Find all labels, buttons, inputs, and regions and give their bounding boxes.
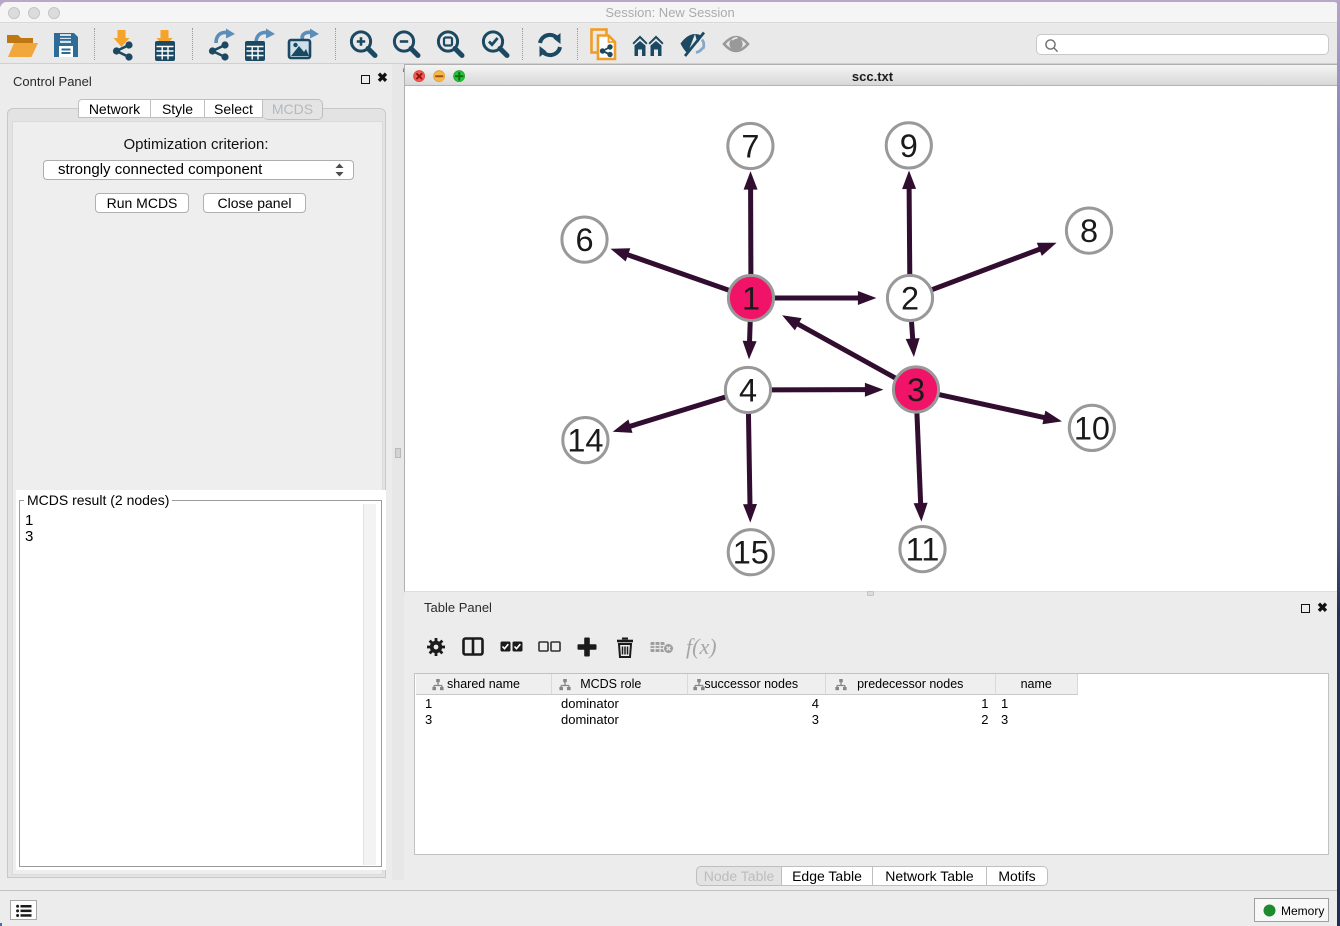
svg-text:3: 3 (907, 372, 925, 408)
svg-text:4: 4 (739, 373, 757, 409)
svg-text:10: 10 (1074, 410, 1110, 446)
svg-text:6: 6 (575, 222, 593, 258)
svg-text:2: 2 (901, 281, 919, 317)
svg-text:1: 1 (742, 281, 760, 317)
svg-text:8: 8 (1080, 213, 1098, 249)
svg-text:9: 9 (900, 128, 918, 164)
svg-text:15: 15 (733, 535, 769, 571)
svg-text:11: 11 (906, 532, 940, 568)
svg-text:7: 7 (741, 129, 759, 165)
svg-text:14: 14 (567, 423, 603, 459)
